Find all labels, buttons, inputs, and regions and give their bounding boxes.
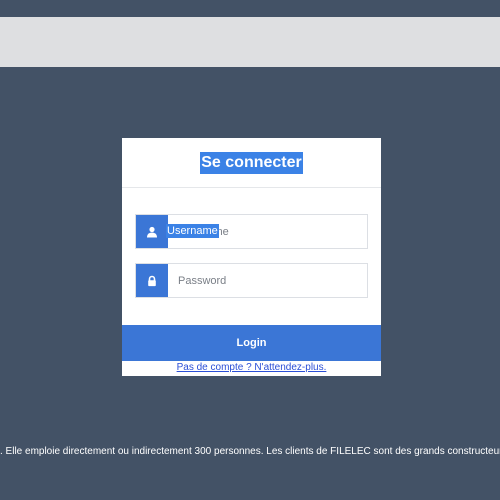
footer-description: . Elle emploie directement ou indirectem… — [0, 446, 500, 457]
login-card-header: Se connecter — [122, 138, 381, 188]
login-button[interactable]: Login — [122, 325, 381, 361]
lock-icon — [136, 264, 168, 297]
window-top-strip — [0, 0, 500, 17]
navbar — [0, 17, 500, 67]
password-input[interactable] — [168, 264, 367, 297]
login-title: Se connecter — [200, 151, 303, 174]
username-field[interactable] — [135, 214, 368, 249]
user-icon — [136, 215, 168, 248]
signup-link[interactable]: Pas de compte ? N'attendez-plus. — [122, 362, 381, 373]
login-card: Se connecter Username Login Pas de compt… — [122, 138, 381, 376]
username-input[interactable] — [168, 215, 367, 248]
password-field[interactable] — [135, 263, 368, 298]
